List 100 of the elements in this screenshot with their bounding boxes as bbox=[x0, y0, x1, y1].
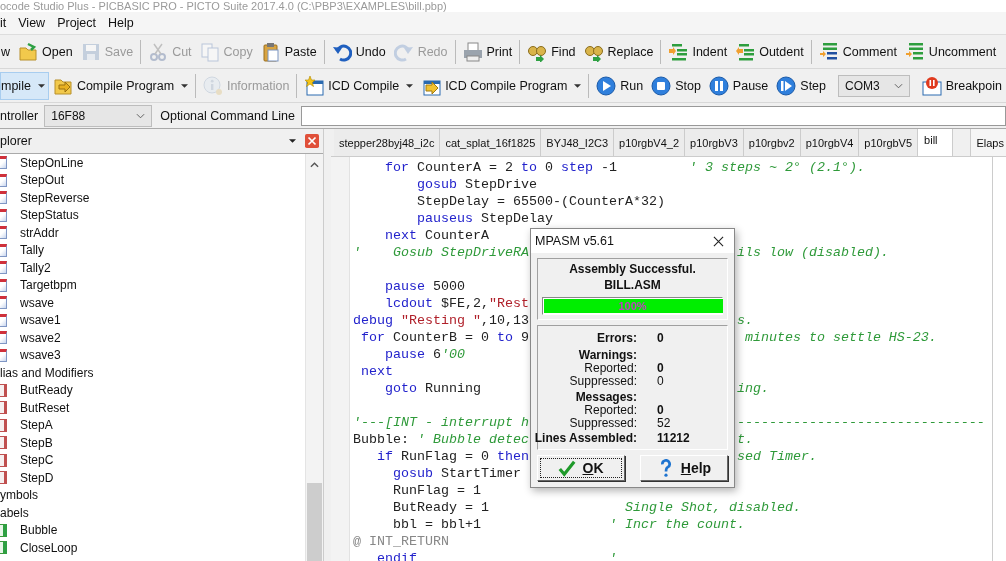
command-line-label: Optional Command Line bbox=[160, 108, 295, 123]
toolbar-button[interactable]: ICD Compile bbox=[300, 71, 418, 100]
panel-tab[interactable]: Elaps bbox=[970, 129, 1006, 156]
clipboard-icon bbox=[260, 41, 281, 62]
variable-icon bbox=[0, 331, 7, 345]
toolbar-button[interactable]: Breakpoin bbox=[917, 71, 1006, 100]
tree-item[interactable]: ButReset bbox=[20, 400, 70, 415]
dialog-button[interactable]: OK bbox=[537, 455, 625, 481]
alias-icon bbox=[0, 401, 7, 415]
toolbar-button[interactable]: Step bbox=[772, 71, 830, 100]
stat-label: Warnings: bbox=[577, 349, 637, 362]
toolbar-button[interactable]: Compile Program bbox=[48, 71, 193, 100]
stat-label: Suppressed: bbox=[568, 375, 637, 388]
file-tab[interactable]: p10rgbV5 bbox=[859, 129, 919, 156]
file-tab[interactable]: p10rgbV4 bbox=[800, 129, 860, 156]
file-tab[interactable]: bill bbox=[918, 129, 953, 156]
port-dropdown[interactable]: COM3 bbox=[838, 74, 910, 97]
tree-item[interactable]: CloseLoop bbox=[20, 540, 78, 555]
menu-item[interactable]: Project bbox=[54, 16, 100, 30]
tree-item[interactable]: StepOnLine bbox=[20, 155, 84, 170]
tree-group[interactable]: abels bbox=[0, 505, 29, 520]
code-line: if RunFlag = 0 then bbox=[376, 448, 529, 465]
code-line: pauseus StepDelay bbox=[416, 210, 553, 227]
scissors-icon bbox=[148, 41, 169, 62]
file-name: BILL.ASM bbox=[604, 278, 661, 292]
toolbar-button[interactable]: Replace bbox=[579, 37, 658, 66]
tree-item[interactable]: StepC bbox=[20, 453, 54, 468]
tree-group[interactable]: ymbols bbox=[0, 488, 38, 503]
check-icon bbox=[558, 459, 577, 477]
stat-label: Reported: bbox=[584, 404, 637, 417]
tree-item[interactable]: Bubble bbox=[20, 523, 58, 538]
tree-item[interactable]: wsave bbox=[20, 295, 54, 310]
toolbar-button[interactable]: Indent bbox=[664, 37, 732, 66]
tree-item[interactable]: strAddr bbox=[20, 225, 59, 240]
toolbar-button[interactable]: Outdent bbox=[731, 37, 808, 66]
toolbar-button[interactable]: Print bbox=[458, 37, 517, 66]
toolbar-button[interactable]: mpile bbox=[0, 71, 49, 100]
stat-value: 0 bbox=[657, 362, 665, 375]
file-tab[interactable]: stepper28byj48_i2c bbox=[334, 129, 441, 156]
tree-item[interactable]: StepReverse bbox=[20, 190, 90, 205]
dialog-button[interactable]: Help bbox=[640, 455, 728, 481]
tree-item[interactable]: Targetbpm bbox=[20, 278, 77, 293]
tree-item[interactable]: Tally2 bbox=[20, 260, 51, 275]
tree-group[interactable]: lias and Modifiers bbox=[0, 365, 94, 380]
file-tab[interactable]: p10rgbV3 bbox=[685, 129, 744, 156]
device-dropdown[interactable]: 16F88 bbox=[44, 104, 153, 127]
code-line: debug "Resting ",10,13 bbox=[353, 312, 529, 329]
toolbar-button[interactable]: Comment bbox=[814, 37, 901, 66]
code-comment: s. bbox=[736, 312, 754, 329]
code-line: for CounterB = 0 to 9 bbox=[360, 329, 529, 346]
file-tab[interactable]: p10rgbV4_2 bbox=[614, 129, 686, 156]
tree-item[interactable]: StepOut bbox=[20, 173, 65, 188]
scroll-thumb[interactable] bbox=[307, 483, 322, 561]
code-line: pause 5000 bbox=[384, 278, 465, 295]
tree-item[interactable]: wsave3 bbox=[20, 348, 61, 363]
tree-item[interactable]: Tally bbox=[20, 243, 44, 258]
toolbar-button[interactable]: Pause bbox=[704, 71, 773, 100]
file-tab[interactable]: cat_splat_16f1825 bbox=[440, 129, 542, 156]
stat-value: 11212 bbox=[657, 430, 691, 446]
alias-icon bbox=[0, 471, 7, 485]
command-line-field[interactable] bbox=[301, 105, 1006, 126]
variable-icon bbox=[0, 296, 7, 310]
code-line: lcdout $FE,2,"Rest bbox=[384, 295, 529, 312]
progress-reading: 100% bbox=[618, 300, 647, 312]
tree-item[interactable]: StepD bbox=[20, 470, 54, 485]
file-tab[interactable]: BYJ48_I2C3 bbox=[541, 129, 615, 156]
code-line: for CounterA = 2 to 0 step -1 ' 3 steps ~ 2° (2.1°). bbox=[384, 159, 865, 176]
code-line: StepDelay = 65500-(CounterA*32) bbox=[416, 193, 665, 210]
caret-icon[interactable] bbox=[289, 139, 296, 143]
toolbar-button[interactable]: Paste bbox=[256, 37, 321, 66]
toolbar-button[interactable]: w bbox=[0, 37, 15, 66]
menu-item[interactable]: Help bbox=[105, 16, 137, 30]
toolbar-button[interactable]: Undo bbox=[327, 37, 390, 66]
menu-item[interactable]: View bbox=[15, 16, 49, 30]
scrollbar[interactable] bbox=[305, 154, 323, 561]
toolbar-button[interactable]: Uncomment bbox=[900, 37, 1001, 66]
stat-label: Messages: bbox=[574, 391, 637, 404]
tree-item[interactable]: StepB bbox=[20, 435, 53, 450]
tree-item[interactable]: wsave2 bbox=[20, 330, 61, 345]
tree-item[interactable]: wsave1 bbox=[20, 313, 61, 328]
code-line: bbl = bbl+1 ' Incr the count. bbox=[392, 516, 745, 533]
code-line: gosub StepDrive bbox=[416, 176, 537, 193]
toolbar-button[interactable]: Open bbox=[14, 37, 77, 66]
file-tab[interactable]: p10rgbv2 bbox=[743, 129, 801, 156]
alias-icon bbox=[0, 383, 7, 397]
status-text: Assembly Successful. bbox=[569, 262, 696, 276]
variable-icon bbox=[0, 173, 7, 187]
tree-item[interactable]: ButReady bbox=[20, 383, 73, 398]
toolbar-button[interactable]: Run bbox=[592, 71, 648, 100]
code-comment: ing. bbox=[736, 380, 770, 397]
close-icon[interactable] bbox=[713, 235, 724, 247]
toolbar-button[interactable]: Find bbox=[523, 37, 580, 66]
breakpoint-icon bbox=[921, 75, 942, 96]
toolbar-button[interactable]: ICD Compile Program bbox=[417, 71, 586, 100]
toolbar-button[interactable]: Stop bbox=[647, 71, 705, 100]
tree-item[interactable]: StepA bbox=[20, 418, 53, 433]
menu-item[interactable]: it bbox=[0, 16, 10, 30]
controller-label: ntroller bbox=[0, 108, 39, 123]
scroll-up-icon[interactable] bbox=[310, 162, 319, 168]
tree-item[interactable]: StepStatus bbox=[20, 208, 79, 223]
